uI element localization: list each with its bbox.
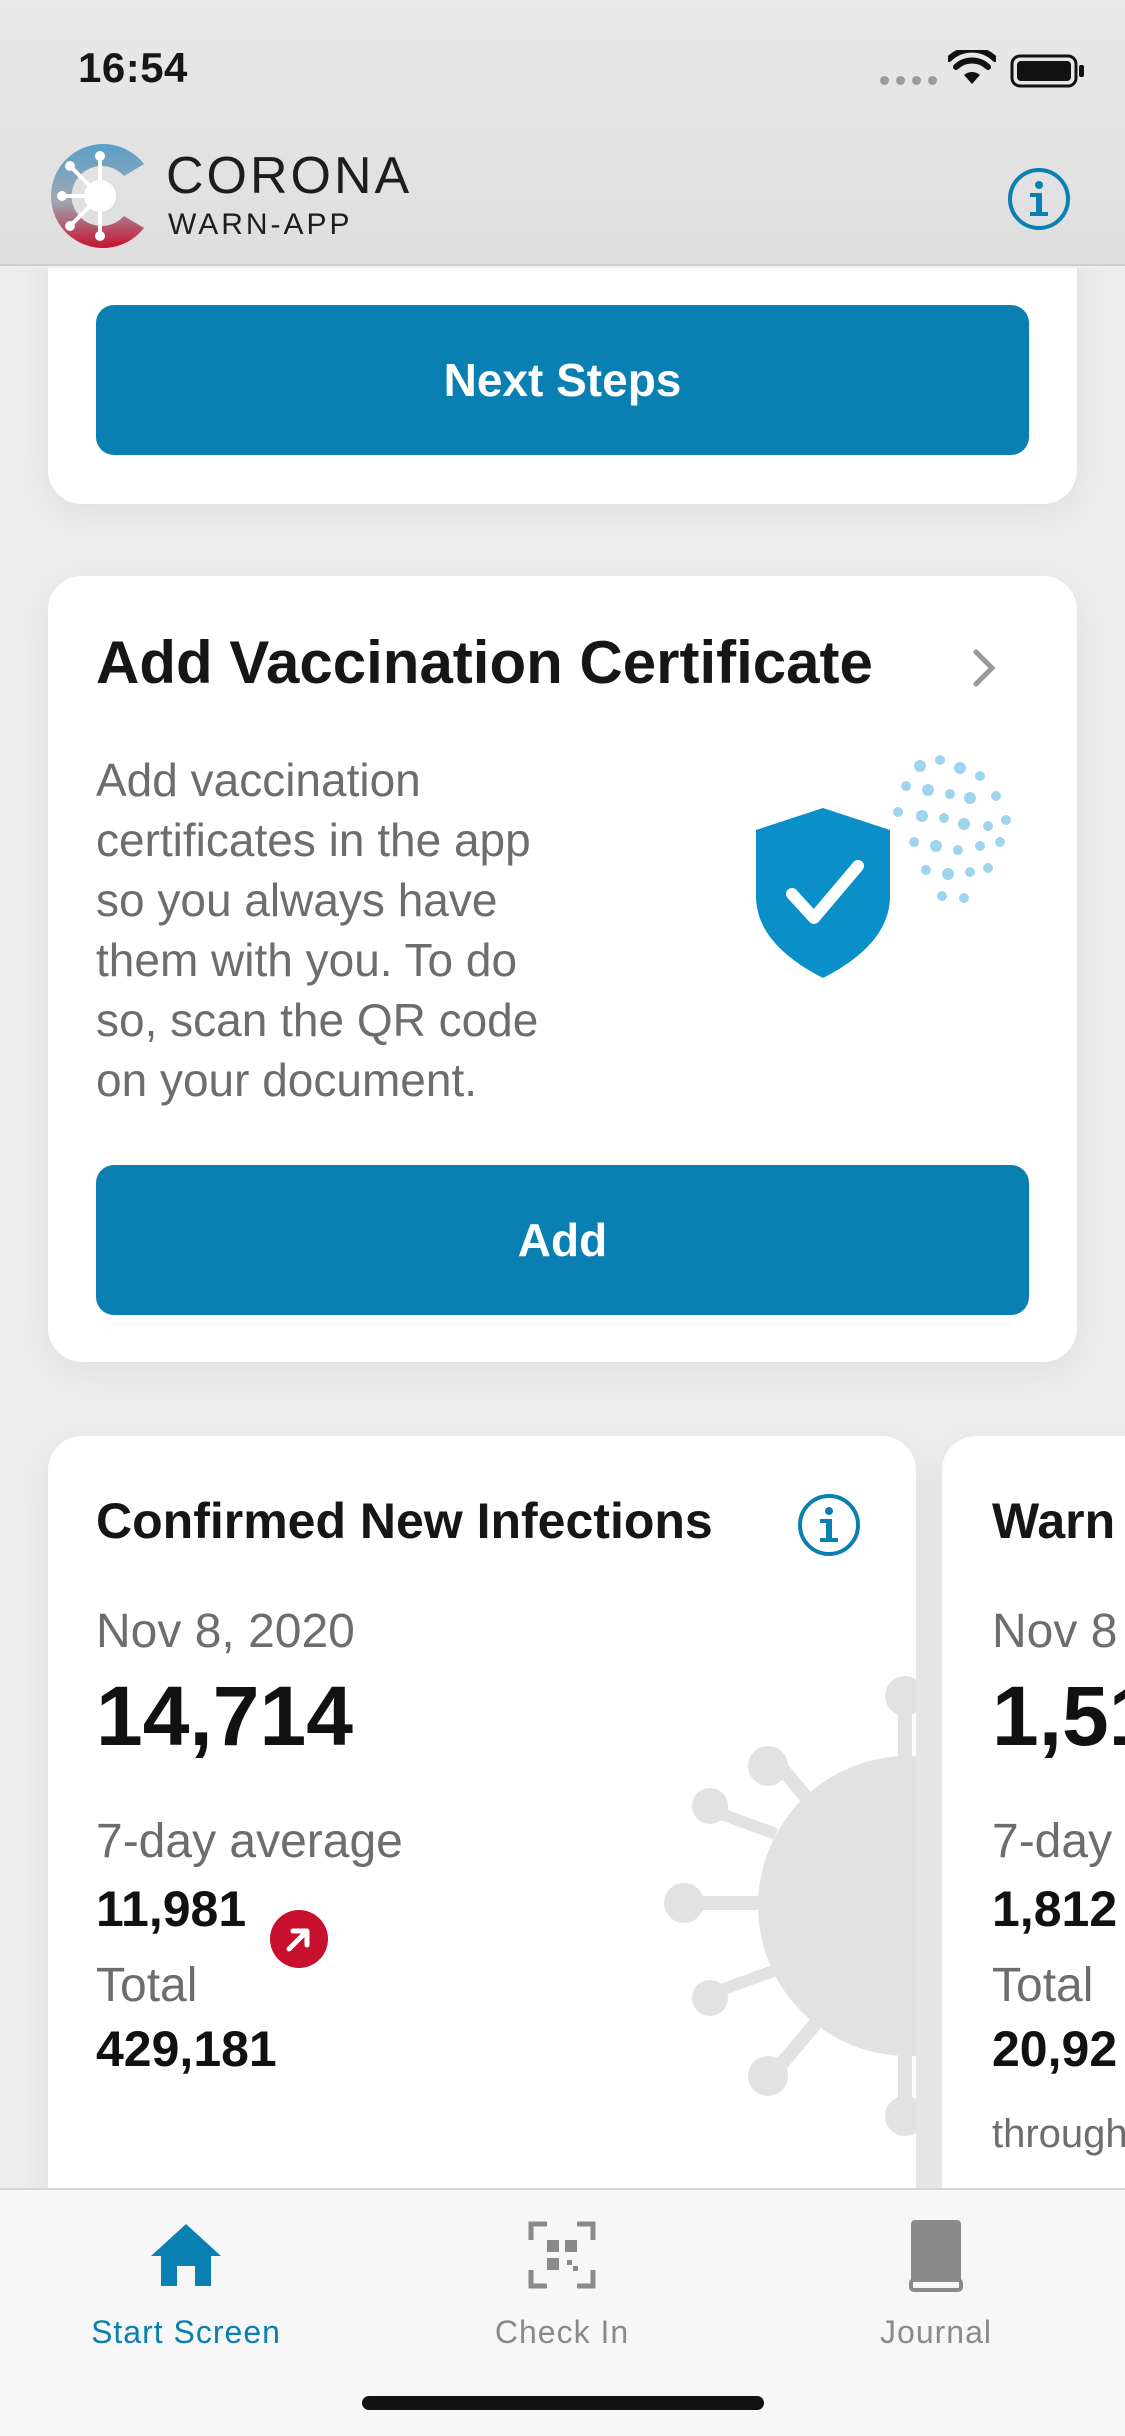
cellular-signal-icon xyxy=(880,76,937,85)
infections-card-title: Confirmed New Infections xyxy=(96,1493,713,1549)
statistics-card-infections[interactable]: Confirmed New Infections Nov 8, 2020 14,… xyxy=(48,1436,916,2188)
next-steps-button[interactable]: Next Steps xyxy=(96,305,1029,455)
tab-label: Start Screen xyxy=(91,2314,281,2350)
brand-name: CORONA xyxy=(166,147,413,205)
info-icon[interactable] xyxy=(796,1492,862,1558)
info-icon[interactable] xyxy=(1006,166,1072,232)
trend-up-icon xyxy=(270,1910,328,1968)
book-icon xyxy=(909,2220,963,2292)
statistics-card-warnings[interactable]: Warn Nov 8 1,51 7-day 1,812 Total 20,92 … xyxy=(942,1436,1125,2188)
warnings-average-label: 7-day xyxy=(992,1815,1113,1868)
infections-value: 14,714 xyxy=(96,1669,353,1763)
home-icon xyxy=(151,2224,221,2286)
warnings-card-title: Warn xyxy=(992,1493,1116,1549)
home-indicator[interactable] xyxy=(362,2396,764,2410)
tab-check-in[interactable]: Check In xyxy=(432,2210,692,2351)
vaccination-shield-illustration xyxy=(756,755,1011,978)
infections-date: Nov 8, 2020 xyxy=(96,1605,355,1658)
vaccination-card-title: Add Vaccination Certificate xyxy=(96,629,873,696)
infections-average-value: 11,981 xyxy=(96,1881,247,1937)
virus-illustration xyxy=(664,1676,916,2136)
tab-start-screen[interactable]: Start Screen xyxy=(56,2210,316,2351)
qr-code-icon xyxy=(528,2221,596,2289)
home-scroll-content[interactable]: Next Steps Add Vaccination Certificate A… xyxy=(0,268,1125,2188)
infections-total-label: Total xyxy=(96,1959,198,2012)
status-time: 16:54 xyxy=(78,44,188,91)
battery-icon xyxy=(1010,54,1084,88)
infections-total-value: 429,181 xyxy=(96,2021,277,2077)
top-bar: 16:54 CORONA WARN-APP xyxy=(0,0,1125,266)
warnings-total-value: 20,92 xyxy=(992,2021,1118,2077)
tab-journal[interactable]: Journal xyxy=(806,2210,1066,2351)
tab-label: Journal xyxy=(880,2314,992,2350)
brand-subtitle: WARN-APP xyxy=(168,208,353,241)
add-certificate-button[interactable]: Add xyxy=(96,1165,1029,1315)
risk-card: Next Steps xyxy=(48,268,1077,504)
vaccination-certificate-card[interactable]: Add Vaccination Certificate Add vaccinat… xyxy=(48,576,1077,1362)
warnings-footer-text: through xyxy=(992,2112,1125,2156)
warnings-value: 1,51 xyxy=(992,1669,1125,1763)
chevron-right-icon xyxy=(973,649,996,687)
warnings-average-value: 1,812 xyxy=(992,1881,1118,1937)
vaccination-card-description: Add vaccination certificates in the app … xyxy=(96,754,539,1106)
corona-warn-app-logo xyxy=(51,144,144,248)
warnings-total-label: Total xyxy=(992,1959,1094,2012)
warnings-date: Nov 8 xyxy=(992,1605,1118,1658)
infections-average-label: 7-day average xyxy=(96,1815,403,1868)
tab-label: Check In xyxy=(494,2314,630,2350)
wifi-icon xyxy=(948,50,996,84)
